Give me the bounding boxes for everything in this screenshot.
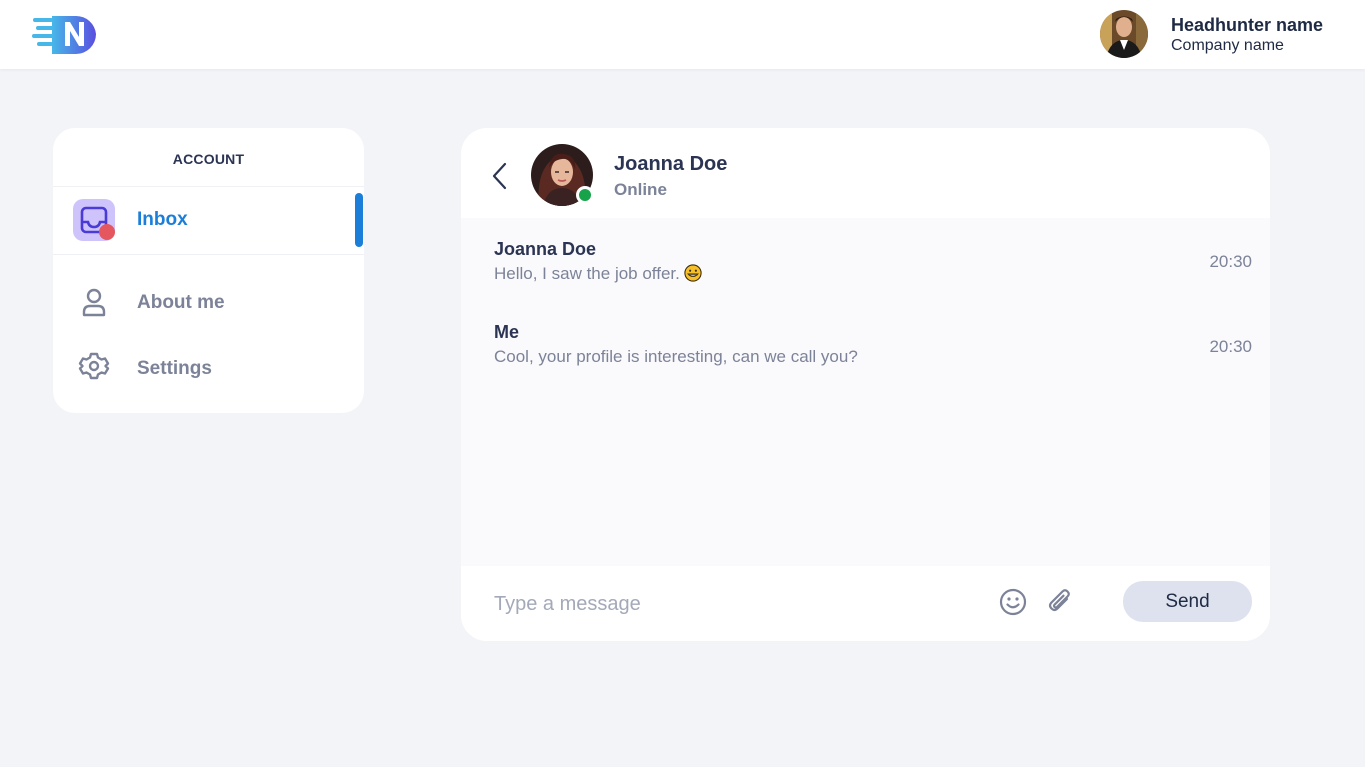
user-icon bbox=[73, 282, 115, 324]
notification-dot bbox=[99, 224, 115, 240]
message-composer: Send bbox=[461, 566, 1270, 641]
company-name: Company name bbox=[1171, 37, 1284, 54]
divider bbox=[53, 254, 364, 255]
chevron-left-icon bbox=[492, 162, 507, 190]
chat-panel: Joanna Doe Online Joanna Doe Hello, I sa… bbox=[461, 128, 1270, 641]
emoji-button[interactable] bbox=[998, 587, 1028, 617]
message-time: 20:30 bbox=[1209, 252, 1252, 271]
sidebar-item-label: Inbox bbox=[137, 209, 188, 230]
contact-name: Joanna Doe bbox=[614, 153, 728, 175]
sidebar-item-label: Settings bbox=[137, 358, 212, 379]
online-status-dot bbox=[576, 186, 594, 204]
top-bar: Headhunter name Company name bbox=[0, 0, 1365, 69]
smiley-icon bbox=[999, 588, 1027, 616]
attach-button[interactable] bbox=[1045, 586, 1075, 618]
divider bbox=[53, 186, 364, 187]
contact-status: Online bbox=[614, 180, 667, 199]
grinning-face-emoji bbox=[684, 264, 702, 282]
sidebar-item-settings[interactable]: Settings bbox=[53, 340, 364, 394]
message-text: Hello, I saw the job offer. bbox=[494, 264, 702, 284]
headhunter-avatar[interactable] bbox=[1100, 10, 1148, 58]
headhunter-name: Headhunter name bbox=[1171, 15, 1324, 35]
message-sender: Joanna Doe bbox=[494, 239, 597, 259]
sidebar-item-label: About me bbox=[137, 292, 225, 313]
message-text: Cool, your profile is interesting, can w… bbox=[494, 347, 858, 366]
send-button[interactable]: Send bbox=[1123, 581, 1252, 622]
paperclip-icon bbox=[1048, 589, 1070, 612]
account-sidebar: ACCOUNT Inbox About me Settings bbox=[53, 128, 364, 413]
sidebar-item-about-me[interactable]: About me bbox=[53, 274, 364, 328]
sidebar-item-inbox[interactable]: Inbox bbox=[53, 193, 364, 247]
message-time: 20:30 bbox=[1209, 337, 1252, 356]
gear-icon bbox=[73, 345, 115, 387]
sidebar-heading: ACCOUNT bbox=[172, 151, 245, 167]
active-indicator bbox=[355, 193, 363, 247]
logo-icon[interactable] bbox=[32, 12, 98, 56]
message-sender: Me bbox=[494, 322, 520, 342]
inbox-icon bbox=[73, 199, 115, 241]
message-list: Joanna Doe Hello, I saw the job offer. 2… bbox=[461, 218, 1270, 566]
back-button[interactable] bbox=[489, 161, 511, 191]
message-input[interactable] bbox=[494, 589, 994, 619]
message-body: Hello, I saw the job offer. bbox=[494, 264, 680, 283]
